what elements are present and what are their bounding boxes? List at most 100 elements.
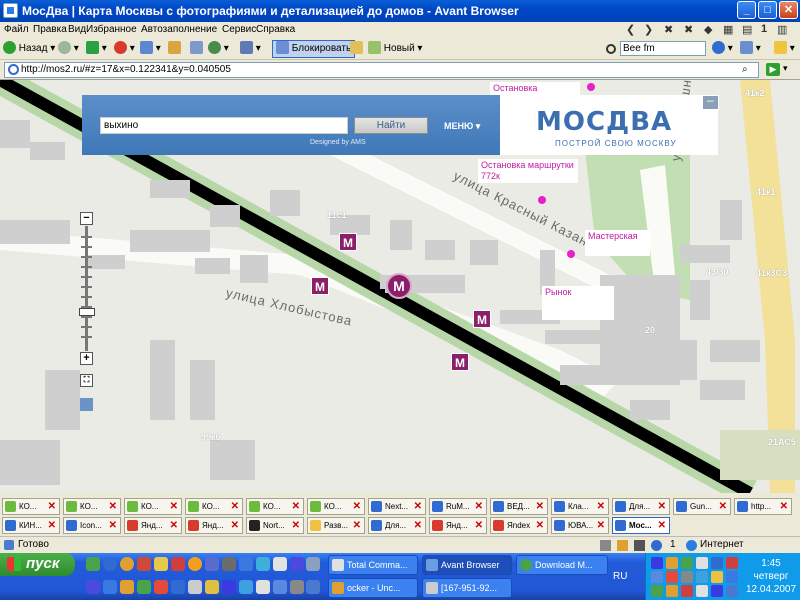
tab-close-icon[interactable]: ✕: [414, 499, 422, 514]
tray-icon[interactable]: [726, 571, 738, 583]
tray-icon[interactable]: [681, 571, 693, 583]
zoom-in-button[interactable]: +: [80, 352, 93, 365]
metro-marker[interactable]: M: [473, 310, 491, 328]
status-icon-1[interactable]: [600, 540, 611, 551]
quicklaunch-icon[interactable]: [86, 580, 100, 594]
browser-tab[interactable]: КО... ✕: [124, 498, 182, 515]
history-button[interactable]: ▾: [208, 41, 229, 57]
poi-marker[interactable]: [538, 196, 546, 204]
tray-icon[interactable]: [711, 571, 723, 583]
tab-close-icon[interactable]: ✕: [109, 499, 117, 514]
zoom-track[interactable]: [85, 226, 88, 351]
quicklaunch-icon[interactable]: [103, 580, 117, 594]
metro-marker[interactable]: M: [339, 233, 357, 251]
browser-tab[interactable]: Nort... ✕: [246, 517, 304, 534]
menu-view[interactable]: Вид: [68, 24, 86, 35]
browser-tab[interactable]: КО... ✕: [63, 498, 121, 515]
tab-close-icon[interactable]: ✕: [353, 518, 361, 533]
tab-close-icon[interactable]: ✕: [292, 518, 300, 533]
search-input[interactable]: Bee fm: [620, 41, 706, 56]
metro-marker[interactable]: M: [451, 353, 469, 371]
tab-close-icon[interactable]: ✕: [109, 518, 117, 533]
tab-close-icon[interactable]: ✕: [780, 499, 788, 514]
arrange-icon[interactable]: ◆: [704, 23, 712, 36]
status-icon-3[interactable]: [634, 540, 645, 551]
tab-close-icon[interactable]: ✕: [658, 518, 666, 533]
poi-label-minibus-stop[interactable]: Остановка маршрутки 772к: [478, 159, 578, 183]
tray-icon[interactable]: [711, 557, 723, 569]
tray-icon[interactable]: [666, 557, 678, 569]
quicklaunch-icon[interactable]: [256, 580, 270, 594]
quicklaunch-icon[interactable]: [205, 557, 219, 571]
tray-icon[interactable]: [696, 585, 708, 597]
menu-help[interactable]: Справка: [256, 24, 295, 35]
refresh-button[interactable]: ▾: [140, 41, 161, 57]
tab-close-icon[interactable]: ✕: [475, 499, 483, 514]
browser-tab[interactable]: Мос... ✕: [612, 517, 670, 534]
fullscreen-icon[interactable]: ⛶: [80, 374, 93, 387]
language-indicator[interactable]: RU: [613, 571, 627, 582]
browser-tab[interactable]: КО... ✕: [2, 498, 60, 515]
quicklaunch-icon[interactable]: [154, 580, 168, 594]
tab-close-icon[interactable]: ✕: [597, 499, 605, 514]
browser-tab[interactable]: Разв... ✕: [307, 517, 365, 534]
quicklaunch-icon[interactable]: [137, 557, 151, 571]
tab-close-icon[interactable]: ✕: [292, 499, 300, 514]
quicklaunch-icon[interactable]: [290, 580, 304, 594]
map-search-input[interactable]: [100, 117, 348, 134]
quicklaunch-icon[interactable]: [290, 557, 304, 571]
taskbar-item-download-master[interactable]: Download M...: [516, 555, 608, 575]
tray-icon[interactable]: [726, 557, 738, 569]
tab-close-icon[interactable]: ✕: [48, 518, 56, 533]
tab-close-icon[interactable]: ✕: [658, 499, 666, 514]
browser-tab[interactable]: Яndex ✕: [490, 517, 548, 534]
taskbar-item-avant-browser[interactable]: Avant Browser: [422, 555, 512, 575]
browser-tab[interactable]: Янд... ✕: [429, 517, 487, 534]
start-button[interactable]: пуск: [0, 553, 75, 576]
quicklaunch-icon[interactable]: [239, 580, 253, 594]
status-icon-2[interactable]: [617, 540, 628, 551]
browser-tab[interactable]: КО... ✕: [185, 498, 243, 515]
app-icon[interactable]: [3, 3, 18, 18]
poi-label-workshop[interactable]: Мастерская: [585, 230, 650, 256]
cascade-icon[interactable]: ▤: [742, 23, 752, 36]
search-highlight-button[interactable]: ▾: [740, 41, 761, 57]
taskbar-item-locker[interactable]: ocker - Unc...: [328, 578, 418, 598]
back-button[interactable]: Назад ▾: [3, 41, 55, 57]
tab-close-icon[interactable]: ✕: [475, 518, 483, 533]
maximize-button[interactable]: □: [758, 1, 777, 19]
tray-icon[interactable]: [666, 585, 678, 597]
edit-button[interactable]: [350, 41, 363, 57]
metro-marker[interactable]: M: [311, 277, 329, 295]
browser-tab[interactable]: Gun... ✕: [673, 498, 731, 515]
quicklaunch-icon[interactable]: [188, 580, 202, 594]
tab-close-icon[interactable]: ✕: [414, 518, 422, 533]
forward-button[interactable]: ▾: [58, 41, 79, 57]
menu-tools[interactable]: Сервис: [222, 24, 256, 35]
search-engine-icon[interactable]: [606, 41, 616, 57]
tile-icon[interactable]: ▦: [723, 23, 733, 36]
poi-label-market[interactable]: Рынок: [542, 286, 614, 320]
browser-tab[interactable]: КО... ✕: [307, 498, 365, 515]
tray-icon[interactable]: [681, 585, 693, 597]
layers-icon[interactable]: [80, 398, 93, 411]
quicklaunch-icon[interactable]: [222, 580, 236, 594]
search-go-button[interactable]: ▾: [712, 41, 733, 57]
tray-icon[interactable]: [651, 557, 663, 569]
new-window-button[interactable]: Новый ▾: [368, 41, 422, 57]
quicklaunch-icon[interactable]: [137, 580, 151, 594]
block-button[interactable]: Блокировать: [272, 40, 356, 58]
browser-tab[interactable]: Янд... ✕: [124, 517, 182, 534]
browser-tab[interactable]: Для... ✕: [368, 517, 426, 534]
browser-tab[interactable]: Next... ✕: [368, 498, 426, 515]
view-button[interactable]: ▾: [240, 41, 261, 57]
tab-close-icon[interactable]: ✕: [536, 499, 544, 514]
tray-icon[interactable]: [681, 557, 693, 569]
title-bar[interactable]: МосДва | Карта Москвы с фотографиями и д…: [0, 0, 800, 22]
browser-tab[interactable]: КИН... ✕: [2, 517, 60, 534]
tab-close-icon[interactable]: ✕: [536, 518, 544, 533]
browser-tab[interactable]: Для... ✕: [612, 498, 670, 515]
favorites-button[interactable]: [190, 41, 203, 57]
tray-icon[interactable]: [696, 557, 708, 569]
map-menu-link[interactable]: МЕНЮ ▾: [444, 121, 480, 132]
